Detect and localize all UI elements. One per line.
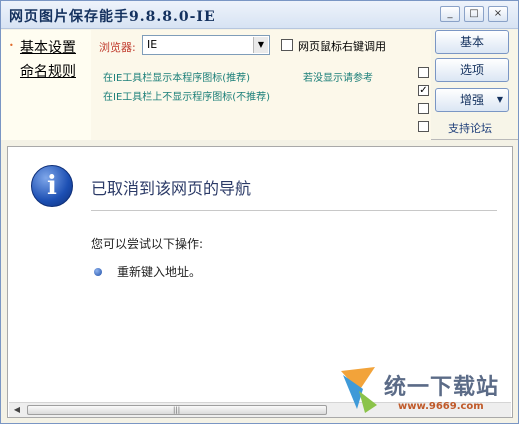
- app-window: 网页图片保存能手9.8.8.0-IE _ □ × • 基本设置 命名规则 浏览器…: [0, 0, 519, 424]
- basic-button[interactable]: 基本: [435, 30, 509, 54]
- retype-address-item: 重新键入地址。: [117, 265, 202, 279]
- settings-middle: 浏览器: IE ▼ 网页鼠标右键调用 在IE工具栏显示本程序图标(推荐) 若没显…: [91, 30, 431, 140]
- settings-panel: • 基本设置 命名规则 浏览器: IE ▼ 网页鼠标右键调用 在IE工具栏显示本…: [1, 30, 518, 140]
- not-shown-reference-link[interactable]: 若没显示请参考: [303, 69, 373, 84]
- dropdown-arrow-icon[interactable]: ▼: [253, 37, 268, 53]
- close-button[interactable]: ×: [488, 6, 508, 22]
- nav-bullet-icon: •: [9, 41, 14, 50]
- option-checkbox-4[interactable]: [418, 121, 429, 132]
- title-bar[interactable]: 网页图片保存能手9.8.8.0-IE _ □ ×: [1, 1, 518, 29]
- nav-naming-rules[interactable]: 命名规则: [20, 61, 76, 81]
- left-nav: • 基本设置 命名规则: [1, 30, 91, 140]
- option-checkbox-3[interactable]: [418, 103, 429, 114]
- enhance-button[interactable]: 增强 ▼: [435, 88, 509, 112]
- hide-icon-link[interactable]: 在IE工具栏上不显示程序图标(不推荐): [103, 88, 270, 103]
- bullet-icon: [94, 268, 102, 276]
- maximize-button[interactable]: □: [464, 6, 484, 22]
- scrollbar-thumb[interactable]: |||: [27, 405, 327, 415]
- watermark-text: 统一下载站: [384, 375, 500, 400]
- nav-basic-settings[interactable]: 基本设置: [20, 37, 76, 57]
- option-checkbox-1[interactable]: [418, 67, 429, 78]
- browser-select[interactable]: IE ▼: [142, 35, 270, 55]
- divider: [91, 210, 497, 211]
- browser-select-value: IE: [147, 38, 158, 51]
- enhance-button-label: 增强: [459, 93, 484, 107]
- rightclick-label: 网页鼠标右键调用: [298, 40, 386, 53]
- support-forum-link[interactable]: 支持论坛: [448, 120, 492, 136]
- page-heading: 已取消到该网页的导航: [91, 179, 252, 198]
- scroll-left-arrow-icon[interactable]: ◀: [11, 404, 23, 416]
- window-title: 网页图片保存能手9.8.8.0-IE: [9, 9, 216, 25]
- watermark-url: www.9669.com: [398, 401, 484, 412]
- minimize-button[interactable]: _: [440, 6, 460, 22]
- options-button[interactable]: 选项: [435, 58, 509, 82]
- info-icon: i: [31, 165, 73, 207]
- show-icon-link[interactable]: 在IE工具栏显示本程序图标(推荐): [103, 69, 250, 84]
- chevron-down-icon: ▼: [496, 95, 503, 104]
- rightclick-checkbox[interactable]: [281, 39, 293, 51]
- browser-label: 浏览器:: [99, 41, 136, 54]
- option-checkbox-2[interactable]: ✓: [418, 85, 429, 96]
- try-text: 您可以尝试以下操作:: [91, 237, 204, 251]
- logo-icon: [341, 367, 377, 413]
